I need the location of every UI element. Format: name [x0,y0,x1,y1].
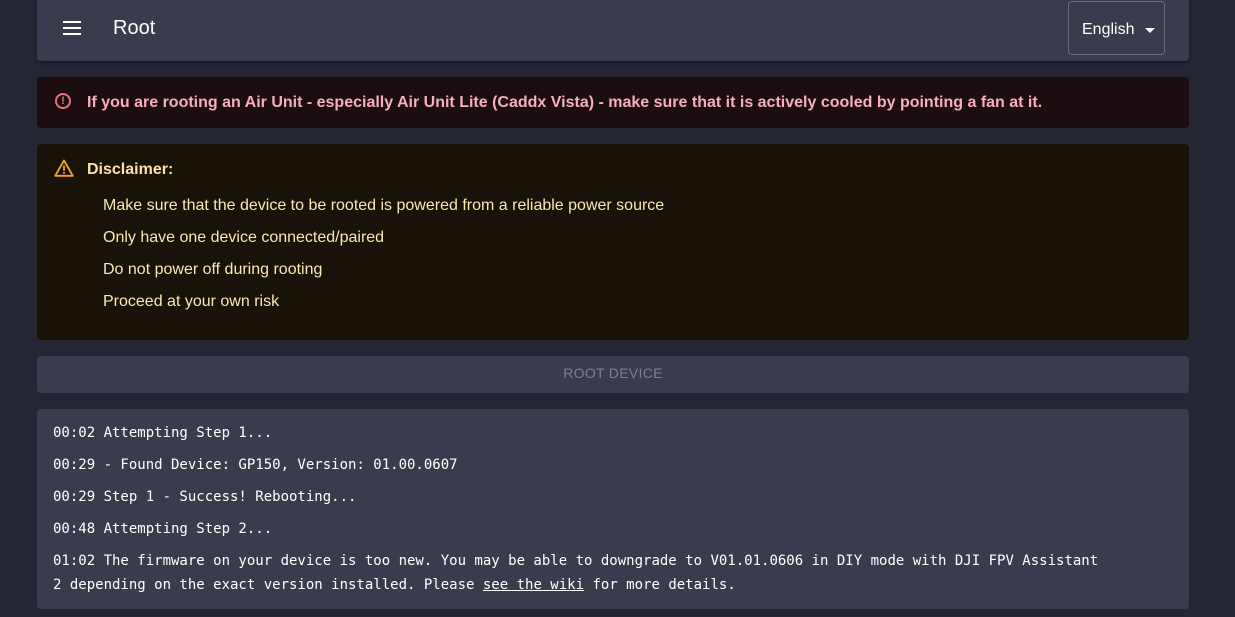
log-line: 2 depending on the exact version install… [53,573,1173,597]
page-title: Root [113,17,156,39]
log-line: 00:02 Attempting Step 1... [53,425,273,441]
disclaimer-item: Make sure that the device to be rooted i… [103,197,665,214]
log-text: for more details. [584,577,736,593]
wiki-link[interactable]: see the wiki [483,577,584,593]
log-line: 00:29 Step 1 - Success! Rebooting... [53,489,357,505]
disclaimer-alert: Disclaimer: Make sure that the device to… [37,144,1189,340]
error-outline-icon: ! [55,93,71,109]
log-line: 00:48 Attempting Step 2... [53,521,273,537]
disclaimer-item: Do not power off during rooting [103,261,323,278]
cooling-error-text: If you are rooting an Air Unit - especia… [87,94,1043,111]
log-text: 2 depending on the exact version install… [53,577,483,593]
log-panel: 00:02 Attempting Step 1... 00:29 - Found… [37,409,1189,609]
log-line: 01:02 The firmware on your device is too… [53,553,1099,569]
menu-icon[interactable] [63,21,81,35]
disclaimer-title: Disclaimer: [87,161,174,178]
app-bar: Root English [37,0,1189,61]
disclaimer-item: Only have one device connected/paired [103,229,385,246]
caret-down-icon [1145,28,1155,33]
language-select-value: English [1082,21,1135,38]
language-select[interactable]: English [1068,1,1165,55]
root-device-button[interactable]: ROOT DEVICE [37,356,1189,393]
disclaimer-list: Make sure that the device to be rooted i… [103,197,664,325]
page: Root English ! If you are rooting an Air… [37,0,1189,609]
log-line: 00:29 - Found Device: GP150, Version: 01… [53,457,458,473]
cooling-error-alert: ! If you are rooting an Air Unit - espec… [37,77,1189,128]
warning-triangle-icon [54,159,74,177]
disclaimer-item: Proceed at your own risk [103,293,280,310]
